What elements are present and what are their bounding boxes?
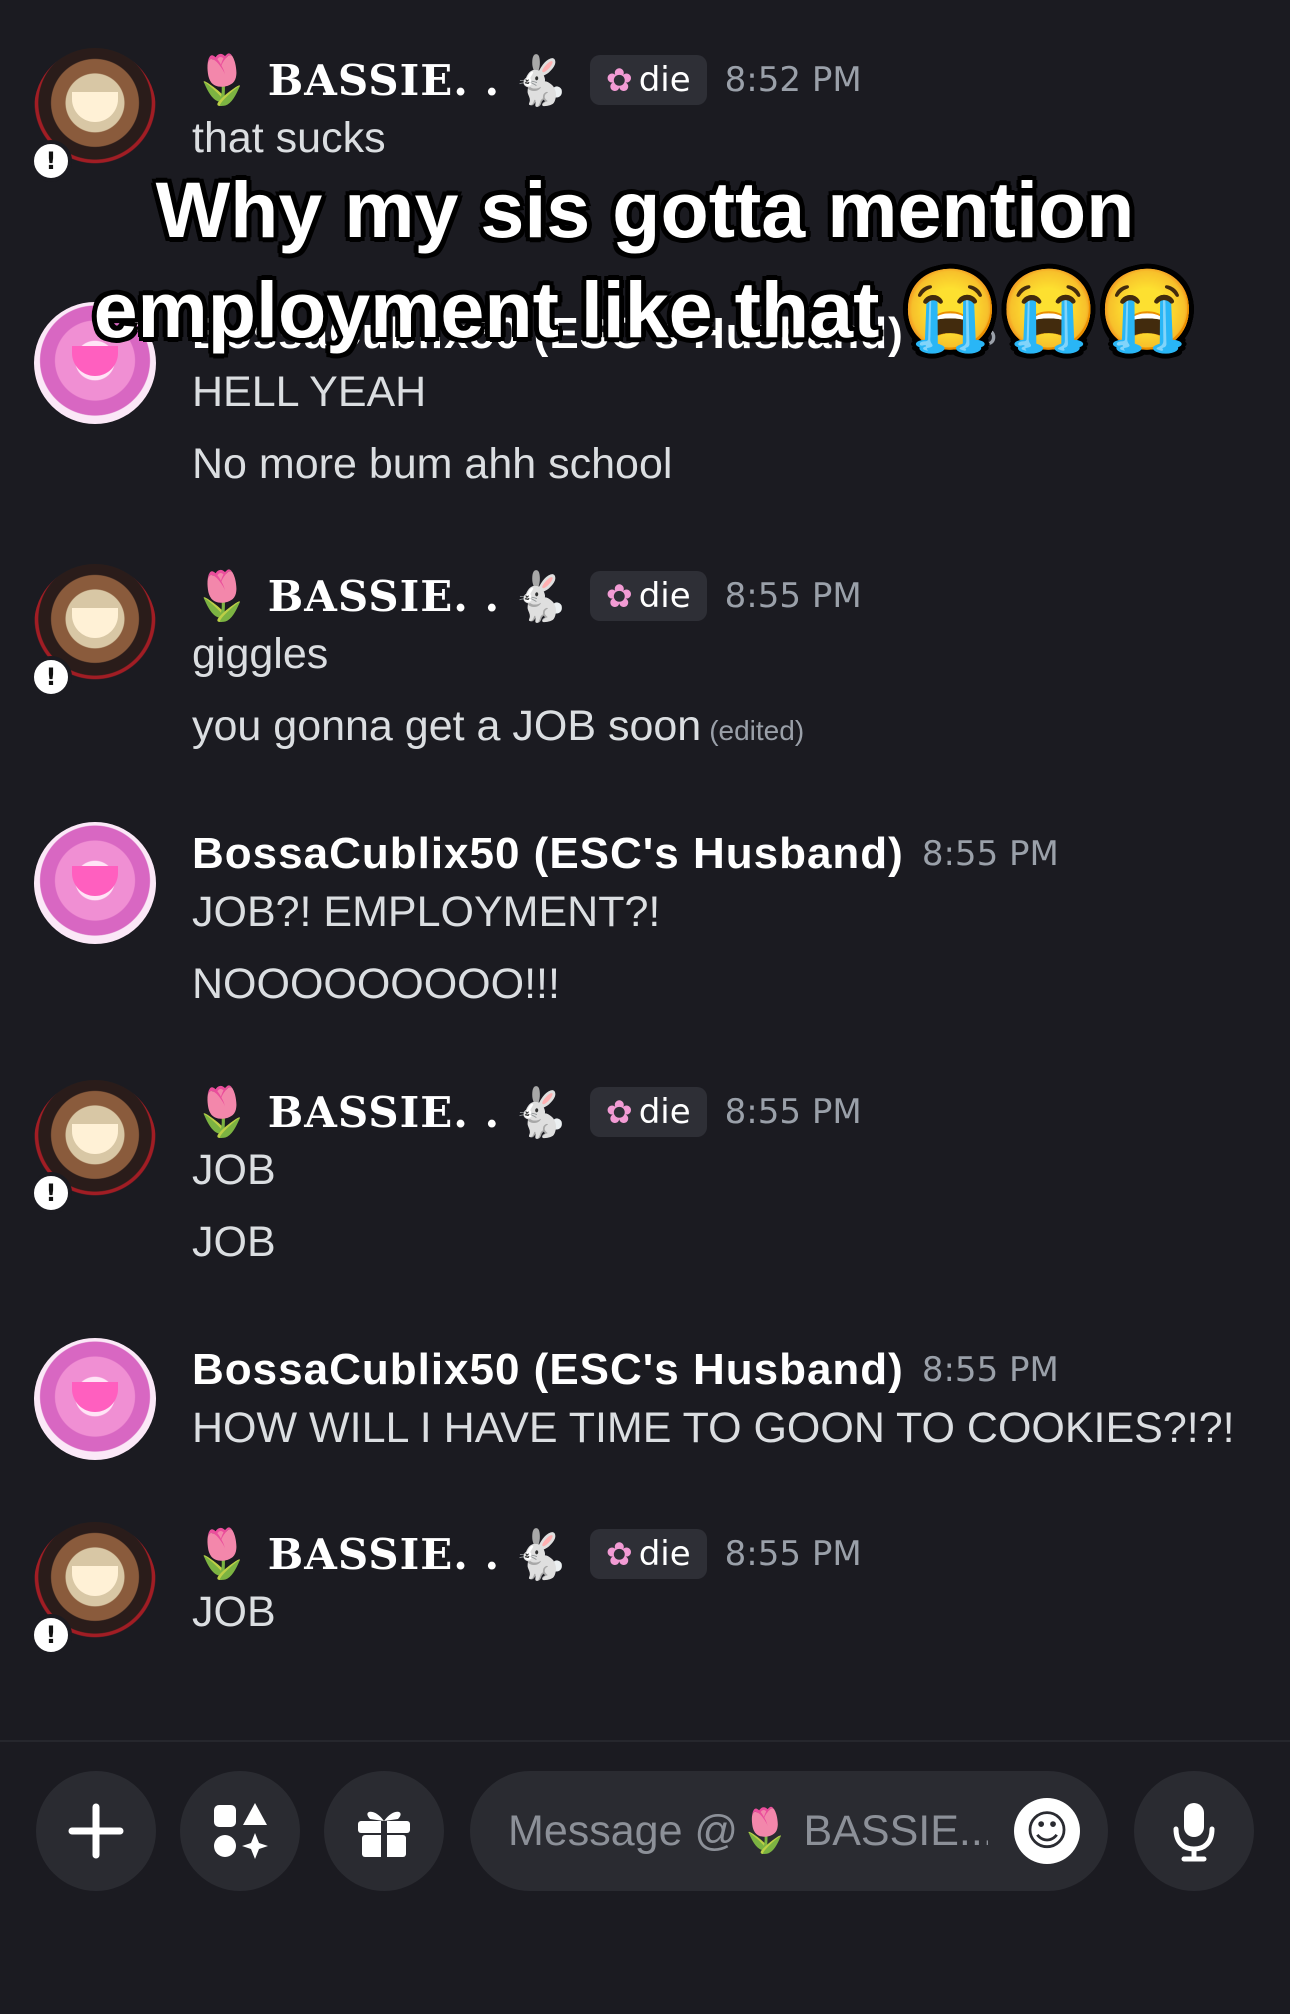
message-text[interactable]: HELL YEAH (192, 368, 426, 417)
username[interactable]: BASSIE. . (268, 56, 500, 105)
tulip-emoji: 🌷 (192, 1084, 252, 1140)
video-caption: Why my sis gotta mention employment like… (0, 160, 1290, 360)
role-tag-label: die (638, 60, 691, 100)
microphone-icon (1173, 1803, 1215, 1862)
timestamp: 8:55 PM (724, 576, 862, 616)
status-badge: ! (30, 656, 72, 698)
edited-label: (edited) (709, 715, 805, 746)
timestamp: 8:52 PM (724, 60, 862, 100)
timestamp: 8:55 PM (921, 1350, 1059, 1390)
flower-icon: ✿ (605, 1535, 633, 1573)
avatar-face (72, 1566, 118, 1596)
username[interactable]: BossaCublix50 (ESC's Husband) (192, 1345, 904, 1395)
role-tag-label: die (638, 576, 691, 616)
rabbit-emoji: 🐇 (510, 568, 570, 625)
message-header: BossaCublix50 (ESC's Husband) 8:55 PM (192, 824, 1059, 884)
message-text[interactable]: No more bum ahh school (192, 440, 672, 489)
flower-icon: ✿ (605, 61, 633, 99)
username[interactable]: BASSIE. . (268, 1088, 500, 1137)
gift-button[interactable] (324, 1771, 444, 1891)
status-badge: ! (30, 1172, 72, 1214)
username[interactable]: BossaCublix50 (ESC's Husband) (192, 829, 904, 879)
caption-line: Why my sis gotta mention (155, 165, 1135, 254)
status-badge: ! (30, 1614, 72, 1656)
username[interactable]: BASSIE. . (268, 1530, 500, 1579)
message-header: 🌷 BASSIE. . 🐇 ✿ die 8:55 PM (192, 1524, 862, 1584)
message-text[interactable]: JOB (192, 1218, 276, 1267)
avatar[interactable] (34, 822, 156, 944)
message-text[interactable]: JOB?! EMPLOYMENT?! (192, 888, 660, 937)
role-tag[interactable]: ✿ die (589, 1087, 707, 1137)
avatar-face (72, 866, 118, 896)
composer-bar: Message @🌷 BASSIE... ☺ (0, 1740, 1290, 2014)
message-input[interactable]: Message @🌷 BASSIE... ☺ (470, 1771, 1108, 1891)
message-header: 🌷 BASSIE. . 🐇 ✿ die 8:55 PM (192, 1082, 862, 1142)
avatar[interactable] (34, 1338, 156, 1460)
gift-icon (358, 1811, 410, 1857)
tulip-emoji: 🌷 (192, 568, 252, 624)
avatar-face (72, 608, 118, 638)
message-header: 🌷 BASSIE. . 🐇 ✿ die 8:55 PM (192, 566, 862, 626)
role-tag-label: die (638, 1092, 691, 1132)
message-text[interactable]: JOB (192, 1588, 276, 1637)
emoji-icon[interactable]: ☺ (1014, 1798, 1080, 1864)
voice-button[interactable] (1134, 1771, 1254, 1891)
timestamp: 8:55 PM (724, 1534, 862, 1574)
message-text[interactable]: NOOOOOOOOO!!! (192, 960, 560, 1009)
plus-icon (68, 1803, 124, 1859)
username[interactable]: BASSIE. . (268, 572, 500, 621)
apps-icon (214, 1803, 268, 1859)
message-header: 🌷 BASSIE. . 🐇 ✿ die 8:52 PM (192, 50, 862, 110)
rabbit-emoji: 🐇 (510, 52, 570, 109)
rabbit-emoji: 🐇 (510, 1526, 570, 1583)
message-text[interactable]: JOB (192, 1146, 276, 1195)
role-tag-label: die (638, 1534, 691, 1574)
tulip-emoji: 🌷 (192, 1526, 252, 1582)
avatar-face (72, 92, 118, 122)
message-text[interactable]: that sucks (192, 114, 386, 163)
message-text[interactable]: HOW WILL I HAVE TIME TO GOON TO COOKIES?… (192, 1404, 1235, 1453)
message-text-edited[interactable]: you gonna get a JOB soon (edited) (192, 702, 804, 751)
role-tag[interactable]: ✿ die (589, 1529, 707, 1579)
flower-icon: ✿ (605, 1093, 633, 1131)
rabbit-emoji: 🐇 (510, 1084, 570, 1141)
apps-button[interactable] (180, 1771, 300, 1891)
caption-line: employment like that 😭😭😭 (93, 265, 1197, 354)
role-tag[interactable]: ✿ die (589, 55, 707, 105)
avatar-face (72, 1382, 118, 1412)
role-tag[interactable]: ✿ die (589, 571, 707, 621)
tulip-emoji: 🌷 (192, 52, 252, 108)
message-header: BossaCublix50 (ESC's Husband) 8:55 PM (192, 1340, 1059, 1400)
timestamp: 8:55 PM (921, 834, 1059, 874)
message-text: you gonna get a JOB soon (192, 702, 702, 750)
avatar-face (72, 1124, 118, 1154)
add-button[interactable] (36, 1771, 156, 1891)
message-text[interactable]: giggles (192, 630, 328, 679)
message-placeholder: Message @🌷 BASSIE... (508, 1807, 988, 1855)
flower-icon: ✿ (605, 577, 633, 615)
timestamp: 8:55 PM (724, 1092, 862, 1132)
